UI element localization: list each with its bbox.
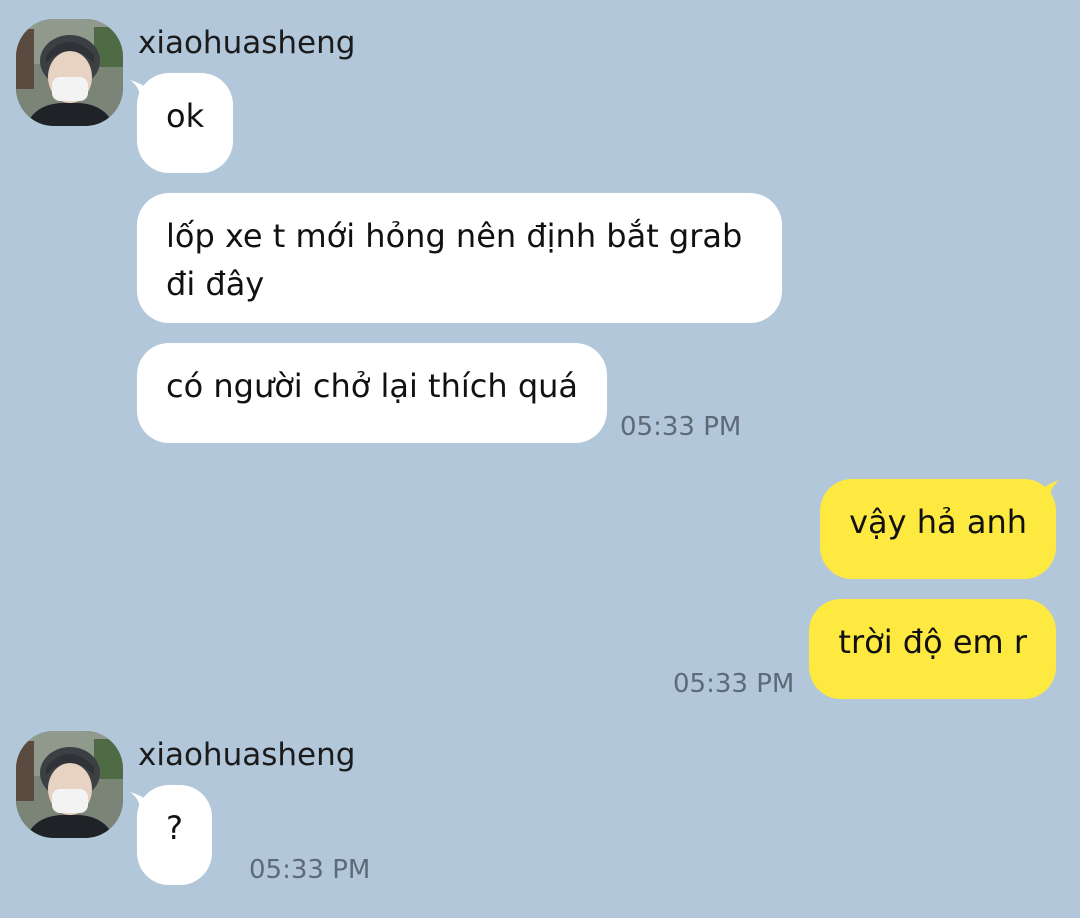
avatar[interactable] xyxy=(16,731,123,838)
message-bubble[interactable]: lốp xe t mới hỏng nên định bắt grab đi đ… xyxy=(137,193,782,323)
message-timestamp: 05:33 PM xyxy=(620,412,742,442)
message-bubble[interactable]: ? xyxy=(137,785,212,885)
message-timestamp: 05:33 PM xyxy=(249,855,371,885)
message-bubble[interactable]: trời độ em r xyxy=(809,599,1056,699)
avatar-image xyxy=(16,731,123,838)
message-bubble[interactable]: ok xyxy=(137,73,234,173)
sender-name: xiaohuasheng xyxy=(138,737,356,773)
chat-view: xiaohuasheng ok lốp xe t mới hỏng nên đị… xyxy=(0,0,1080,918)
message-bubble[interactable]: vậy hả anh xyxy=(820,479,1056,579)
message-timestamp: 05:33 PM xyxy=(673,669,795,699)
message-bubble[interactable]: có người chở lại thích quá xyxy=(137,343,608,443)
sender-name: xiaohuasheng xyxy=(138,25,356,61)
avatar[interactable] xyxy=(16,19,123,126)
avatar-image xyxy=(16,19,123,126)
